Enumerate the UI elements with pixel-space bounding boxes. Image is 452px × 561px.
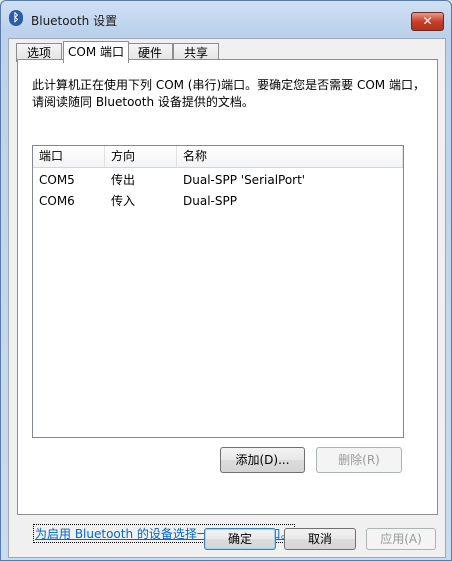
row-name: Dual-SPP 'SerialPort'	[183, 173, 306, 187]
window-title: Bluetooth 设置	[31, 14, 118, 28]
row-name: Dual-SPP	[183, 194, 237, 208]
close-icon: ✕	[422, 14, 433, 28]
close-button[interactable]: ✕	[411, 12, 444, 31]
row-port: COM6	[39, 194, 75, 208]
table-row[interactable]: COM5 传出 Dual-SPP 'SerialPort'	[33, 170, 403, 190]
bluetooth-icon: ᛒ	[9, 10, 23, 26]
remove-button[interactable]: 删除(R)	[316, 447, 402, 473]
description-text: 此计算机正在使用下列 COM (串行)端口。要确定您是否需要 COM 端口，请阅…	[32, 78, 425, 109]
bluetooth-settings-window: ᛒ Bluetooth 设置 ✕ 选项 COM 端口 硬件 共享 此计算机正在使…	[0, 0, 452, 561]
column-header-direction[interactable]: 方向	[105, 146, 177, 167]
table-row[interactable]: COM6 传入 Dual-SPP	[33, 191, 403, 211]
title-bar[interactable]: ᛒ Bluetooth 设置 ✕	[1, 1, 451, 31]
list-header: 端口 方向 名称	[33, 146, 403, 168]
com-ports-panel: 此计算机正在使用下列 COM (串行)端口。要确定您是否需要 COM 端口，请阅…	[17, 59, 438, 515]
column-header-port[interactable]: 端口	[33, 146, 105, 167]
ports-list[interactable]: 端口 方向 名称 COM5 传出 Dual-SPP 'SerialPort' C…	[32, 145, 404, 438]
cancel-button[interactable]: 取消	[284, 528, 356, 550]
add-button[interactable]: 添加(D)...	[220, 447, 305, 473]
dialog-client-area: 选项 COM 端口 硬件 共享 此计算机正在使用下列 COM (串行)端口。要确…	[8, 38, 446, 558]
tab-com-ports[interactable]: COM 端口	[63, 41, 129, 63]
row-direction: 传出	[111, 173, 136, 187]
apply-button[interactable]: 应用(A)	[366, 528, 436, 550]
row-direction: 传入	[111, 194, 136, 208]
ok-button[interactable]: 确定	[204, 528, 276, 550]
column-header-name[interactable]: 名称	[177, 146, 403, 167]
row-port: COM5	[39, 173, 75, 187]
